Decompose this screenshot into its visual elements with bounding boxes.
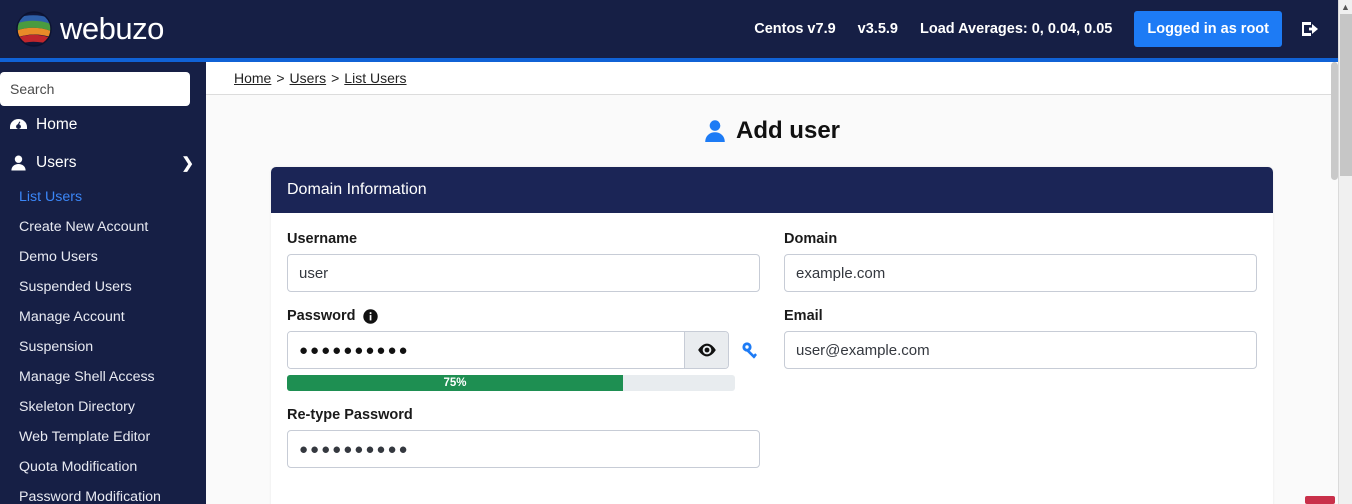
form-row-2: Password ●●●●●●●●●● 75% Email user@examp… — [287, 308, 1257, 391]
sidebar-subitem-label: Demo Users — [19, 249, 98, 265]
sidebar-search-wrapper — [0, 62, 206, 106]
sidebar-item-home-label: Home — [36, 116, 78, 133]
breadcrumb-item-users[interactable]: Users — [290, 70, 327, 86]
sidebar-subitem-create-new-account[interactable]: Create New Account — [0, 212, 206, 242]
card-bottom-spacer — [287, 468, 1257, 504]
header-status-group: Centos v7.9 v3.5.9 Load Averages: 0, 0.0… — [754, 0, 1338, 58]
username-label-text: Username — [287, 231, 358, 247]
sidebar-subitem-suspended-users[interactable]: Suspended Users — [0, 272, 206, 302]
sidebar-subitem-label: Suspension — [19, 339, 94, 355]
password-strength-meter: 75% — [287, 375, 735, 391]
sidebar-subitem-label: Create New Account — [19, 219, 149, 235]
retype-password-input[interactable] — [287, 430, 760, 468]
chevron-right-icon[interactable]: ❯ — [181, 154, 194, 172]
sidebar-subitem-demo-users[interactable]: Demo Users — [0, 242, 206, 272]
sidebar-item-users-label: Users — [36, 154, 77, 171]
breadcrumb: Home > Users > List Users — [206, 62, 1338, 95]
sidebar-subitem-label: Skeleton Directory — [19, 399, 135, 415]
sidebar-subitem-manage-shell-access[interactable]: Manage Shell Access — [0, 362, 206, 392]
domain-label: Domain — [784, 231, 1257, 247]
email-label-text: Email — [784, 308, 823, 324]
sidebar-subitem-label: Quota Modification — [19, 459, 138, 475]
sidebar-subitem-password-modification[interactable]: Password Modification — [0, 482, 206, 504]
sidebar-subitem-label: Manage Shell Access — [19, 369, 155, 385]
domain-field-group: Domain — [772, 231, 1257, 308]
card-body: Username Domain — [271, 213, 1273, 504]
email-field-group: Email — [772, 308, 1257, 391]
page-scrollbar[interactable]: ▲ — [1338, 0, 1352, 504]
breadcrumb-item-list-users[interactable]: List Users — [344, 70, 406, 86]
email-input[interactable] — [784, 331, 1257, 369]
sidebar-subitem-label: List Users — [19, 189, 83, 205]
main-scrollbar-thumb[interactable] — [1331, 62, 1338, 180]
sidebar-subitem-quota-modification[interactable]: Quota Modification — [0, 452, 206, 482]
sidebar-subitem-web-template-editor[interactable]: Web Template Editor — [0, 422, 206, 452]
add-user-icon — [704, 119, 726, 143]
brand-logo[interactable]: webuzo — [0, 7, 164, 51]
username-input[interactable] — [287, 254, 760, 292]
main-content: Home > Users > List Users Add user Domai… — [206, 62, 1338, 504]
retype-password-label-text: Re-type Password — [287, 407, 413, 423]
logged-in-badge[interactable]: Logged in as root — [1134, 11, 1282, 47]
sidebar-subitem-skeleton-directory[interactable]: Skeleton Directory — [0, 392, 206, 422]
sidebar-item-home[interactable]: Home — [0, 106, 206, 144]
sidebar-subitem-label: Password Modification — [19, 489, 161, 504]
domain-input[interactable] — [784, 254, 1257, 292]
password-field-group: Password ●●●●●●●●●● 75% — [287, 308, 772, 391]
logout-icon[interactable] — [1300, 19, 1320, 39]
search-input[interactable] — [0, 72, 190, 106]
card-header-title: Domain Information — [271, 167, 1273, 213]
brand-name: webuzo — [60, 11, 164, 46]
password-input[interactable] — [288, 332, 684, 368]
breadcrumb-separator: > — [331, 70, 340, 86]
username-label: Username — [287, 231, 760, 247]
eye-icon[interactable] — [684, 332, 728, 368]
chevron-up-icon[interactable]: ▲ — [1339, 0, 1352, 14]
main-scrollbar[interactable] — [1331, 62, 1338, 504]
sidebar-subitem-manage-account[interactable]: Manage Account — [0, 302, 206, 332]
password-label-text: Password — [287, 308, 356, 324]
form-row-3: Re-type Password — [287, 407, 1257, 468]
sidebar-subitem-suspension[interactable]: Suspension — [0, 332, 206, 362]
retype-password-spacer — [772, 407, 1257, 468]
page-title: Add user — [206, 95, 1338, 167]
password-input-row — [287, 331, 760, 369]
webuzo-globe-logo-icon — [12, 7, 56, 51]
sidebar-subitem-label: Suspended Users — [19, 279, 132, 295]
password-label: Password — [287, 308, 760, 324]
info-icon[interactable] — [362, 308, 378, 324]
form-row-1: Username Domain — [287, 231, 1257, 308]
breadcrumb-separator: > — [276, 70, 285, 86]
dashboard-icon — [8, 118, 28, 133]
retype-password-label: Re-type Password — [287, 407, 760, 423]
load-averages: Load Averages: 0, 0.04, 0.05 — [920, 21, 1113, 37]
sidebar-item-users[interactable]: Users ❯ — [0, 144, 206, 182]
domain-label-text: Domain — [784, 231, 838, 247]
top-header: webuzo Centos v7.9 v3.5.9 Load Averages:… — [0, 0, 1338, 58]
user-icon — [8, 155, 28, 171]
breadcrumb-item-home[interactable]: Home — [234, 70, 271, 86]
username-field-group: Username — [287, 231, 772, 308]
page-scrollbar-thumb[interactable] — [1340, 14, 1352, 176]
domain-information-card: Domain Information Username Domain — [271, 167, 1273, 504]
sidebar: Home Users ❯ List Users Create New Accou… — [0, 62, 206, 504]
sidebar-subitem-list-users[interactable]: List Users — [0, 182, 206, 212]
email-label: Email — [784, 308, 1257, 324]
sidebar-subitem-label: Manage Account — [19, 309, 125, 325]
retype-password-field-group: Re-type Password — [287, 407, 772, 468]
sidebar-subitem-label: Web Template Editor — [19, 429, 151, 445]
header-accent-rule — [0, 58, 1338, 62]
password-input-group — [287, 331, 729, 369]
app-version: v3.5.9 — [857, 21, 898, 37]
password-strength-fill: 75% — [287, 375, 623, 391]
page-title-text: Add user — [735, 117, 840, 144]
key-icon[interactable] — [741, 341, 760, 360]
os-version: Centos v7.9 — [754, 21, 836, 37]
